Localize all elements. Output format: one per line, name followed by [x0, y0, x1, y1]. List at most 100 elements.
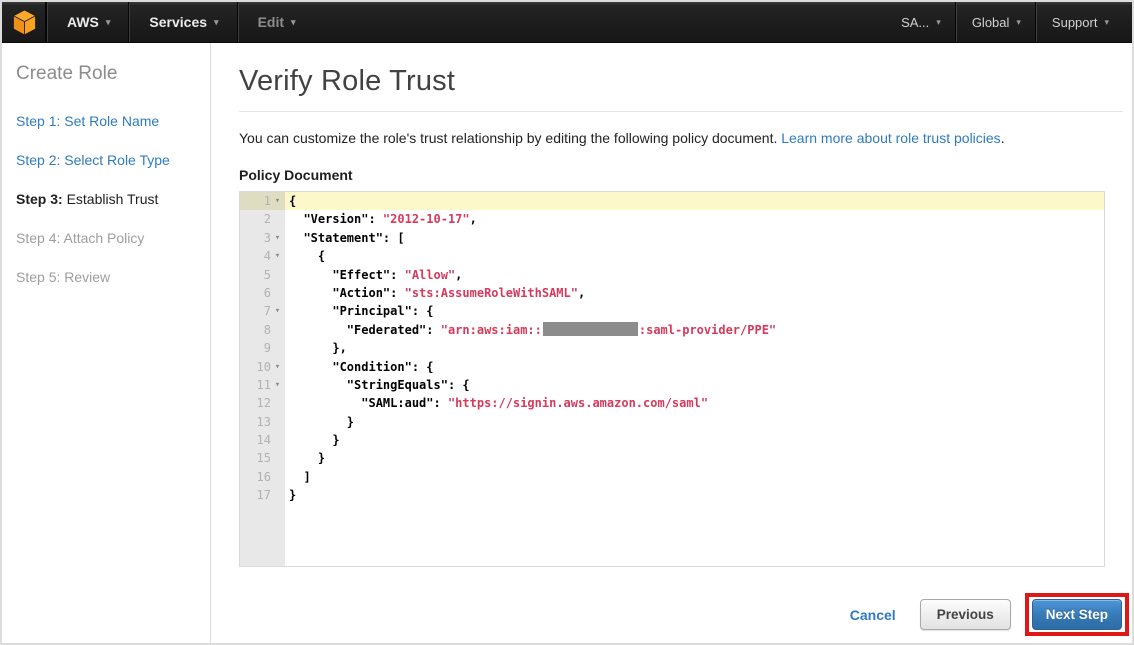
editor-line: 3 ▾ "Statement": [: [240, 229, 1104, 247]
sidebar-step-step-1[interactable]: Step 1: Set Role Name: [16, 113, 200, 129]
fold-toggle-icon[interactable]: ▾: [271, 192, 284, 210]
nav-item-label: Global: [971, 14, 1010, 30]
json-plain-token: },: [289, 341, 347, 356]
next-step-button[interactable]: Next Step: [1031, 599, 1122, 630]
editor-line: 5 "Effect": "Allow",: [240, 266, 1104, 284]
json-string-token: "arn:aws:iam::: [440, 322, 542, 337]
editor-line: 2 "Version": "2012-10-17",: [240, 210, 1104, 228]
code-line: "Action": "sts:AssumeRoleWithSAML",: [285, 284, 1104, 302]
line-number: 11: [256, 377, 271, 392]
line-number: 14: [256, 433, 271, 448]
editor-line: 15 }: [240, 449, 1104, 467]
content-area: Create Role Step 1: Set Role Name Step 2:…: [2, 43, 1132, 643]
gutter-cell: 3 ▾: [240, 229, 285, 247]
gutter-cell: 10 ▾: [240, 358, 285, 376]
nav-item-label: Services: [149, 14, 208, 30]
code-line: "Federated": "arn:aws:iam:::saml-provide…: [285, 321, 1104, 339]
editor-line: 6 "Action": "sts:AssumeRoleWithSAML",: [240, 284, 1104, 302]
gutter-cell: 15: [240, 449, 285, 467]
editor-line: 17}: [240, 486, 1104, 504]
cancel-button[interactable]: Cancel: [850, 607, 896, 623]
json-string-token: "sts:AssumeRoleWithSAML": [404, 285, 578, 300]
json-plain-token: "Action":: [289, 285, 405, 300]
editor-line: 16 ]: [240, 468, 1104, 486]
json-plain-token: "Federated":: [289, 322, 441, 337]
code-line: "StringEquals": {: [285, 376, 1104, 394]
json-plain-token: "Statement": [: [289, 230, 405, 245]
fold-toggle-icon[interactable]: ▾: [271, 358, 284, 376]
fold-toggle-icon[interactable]: ▾: [271, 376, 284, 394]
nav-item-support[interactable]: Support ▾: [1037, 2, 1124, 42]
gutter-cell: 12: [240, 394, 285, 412]
json-string-token: :saml-provider/PPE": [638, 322, 777, 337]
code-line: {: [285, 247, 1104, 265]
line-number: 5: [263, 267, 271, 282]
sidebar-step-step-4: Step 4: Attach Policy: [16, 230, 145, 246]
gutter-cell: 9: [240, 339, 285, 357]
previous-button[interactable]: Previous: [919, 599, 1011, 630]
wizard-title: Create Role: [16, 63, 118, 84]
code-line: "Principal": {: [285, 302, 1104, 320]
fold-toggle-icon[interactable]: ▾: [271, 247, 284, 265]
wizard-sidebar: Create Role Step 1: Set Role Name Step 2:…: [2, 43, 211, 643]
editor-line: 11 ▾ "StringEquals": {: [240, 376, 1104, 394]
json-plain-token: }: [289, 451, 326, 466]
line-number: 8: [263, 322, 271, 337]
gutter-cell: 5: [240, 266, 285, 284]
line-number: 3: [263, 230, 271, 245]
sidebar-step-step-5: Step 5: Review: [16, 269, 111, 285]
json-plain-token: }: [289, 433, 340, 448]
caret-down-icon: ▾: [1016, 16, 1021, 27]
line-number: 13: [256, 414, 271, 429]
gutter-cell: 14: [240, 431, 285, 449]
gutter-cell: 11 ▾: [240, 376, 285, 394]
json-plain-token: }: [289, 488, 297, 503]
gutter-cell: 8: [240, 321, 285, 339]
caret-down-icon: ▾: [214, 16, 219, 27]
gutter-cell: 7 ▾: [240, 302, 285, 320]
nav-item-aws[interactable]: AWS ▾: [48, 2, 129, 42]
line-number: 10: [256, 359, 271, 374]
line-number: 1: [263, 194, 271, 208]
gutter-cell: 2: [240, 210, 285, 228]
title-divider: [239, 111, 1123, 112]
aws-cube-icon: [12, 9, 36, 35]
wizard-footer: Cancel Previous Next Step: [239, 593, 1129, 636]
description-body: You can customize the role's trust relat…: [239, 130, 778, 146]
gutter-cell: 13: [240, 413, 285, 431]
code-line: ]: [285, 468, 1104, 486]
description-text: You can customize the role's trust relat…: [239, 130, 1123, 146]
fold-toggle-icon[interactable]: ▾: [271, 229, 284, 247]
caret-down-icon: ▾: [1104, 16, 1109, 27]
caret-down-icon: ▾: [291, 16, 296, 27]
editor-line: 8 "Federated": "arn:aws:iam:::saml-provi…: [240, 321, 1104, 339]
gutter-cell: 6: [240, 284, 285, 302]
nav-item-label: SA...: [901, 14, 930, 30]
sidebar-step-step-2[interactable]: Step 2: Select Role Type: [16, 152, 200, 168]
nav-item-services[interactable]: Services ▾: [130, 2, 237, 42]
code-line: }: [285, 486, 1104, 504]
line-number: 9: [263, 341, 271, 356]
aws-logo[interactable]: [2, 2, 46, 42]
json-plain-token: "Version":: [289, 212, 383, 227]
code-line: }: [285, 431, 1104, 449]
code-line: }: [285, 413, 1104, 431]
learn-more-link[interactable]: Learn more about role trust policies: [781, 130, 1000, 146]
nav-item-sa[interactable]: SA... ▾: [886, 2, 956, 42]
editor-line: 7 ▾ "Principal": {: [240, 302, 1104, 320]
nav-item-global[interactable]: Global ▾: [957, 2, 1036, 42]
nav-item-edit[interactable]: Edit ▾: [239, 2, 315, 42]
code-line: "Effect": "Allow",: [285, 266, 1104, 284]
code-line: "Condition": {: [285, 358, 1104, 376]
policy-document-editor[interactable]: 1 ▾{2 "Version": "2012-10-17", 3 ▾ "Stateme…: [239, 191, 1105, 567]
gutter-cell: 17: [240, 486, 285, 504]
redacted-account-id: [542, 322, 638, 337]
json-plain-token: "Condition": {: [289, 359, 434, 374]
line-number: 17: [256, 488, 271, 503]
main-panel: Verify Role Trust You can customize the …: [211, 43, 1132, 643]
fold-toggle-icon[interactable]: ▾: [271, 302, 284, 320]
wizard-steps: Step 1: Set Role Name Step 2: Select Role…: [16, 113, 200, 285]
code-line: },: [285, 339, 1104, 357]
editor-line: 13 }: [240, 413, 1104, 431]
line-number: 16: [256, 469, 271, 484]
